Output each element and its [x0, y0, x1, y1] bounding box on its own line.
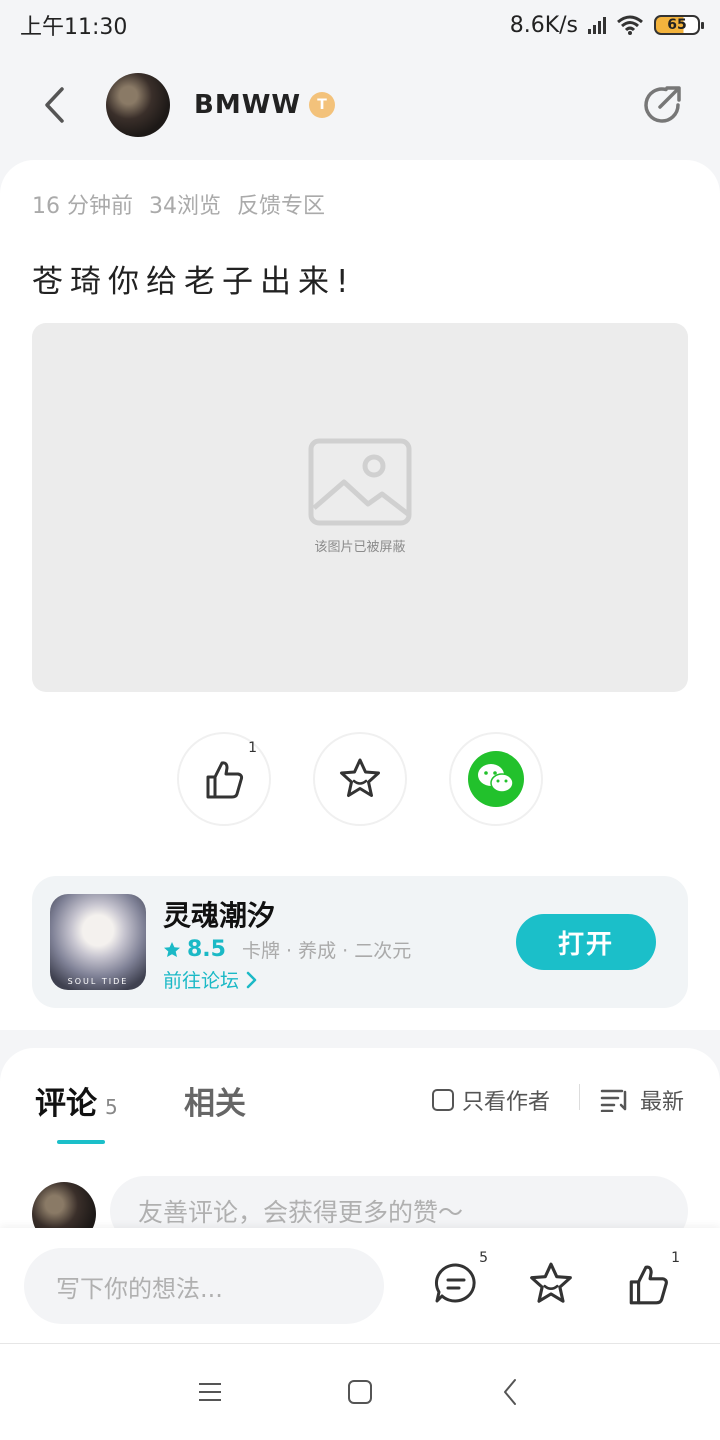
post-header: BMWW T — [0, 60, 720, 150]
post-views: 34浏览 — [149, 194, 221, 219]
star-icon — [340, 758, 380, 797]
tab-comments-label: 评论 — [35, 1086, 97, 1122]
comment-input[interactable]: 写下你的想法... — [24, 1248, 384, 1324]
sort-button[interactable]: 最新 — [600, 1084, 684, 1116]
status-time: 上午11:30 — [20, 15, 128, 40]
nav-back-button[interactable] — [490, 1372, 530, 1412]
comment-count: 5 — [105, 1095, 118, 1119]
like-count: 1 — [248, 740, 257, 756]
bottom-input-bar: 写下你的想法... 5 1 — [0, 1228, 720, 1344]
tab-comments[interactable]: 评论 5 — [35, 1078, 118, 1123]
thumbs-up-icon — [629, 1265, 668, 1305]
post-title: 苍琦你给老子出来! — [32, 264, 356, 300]
network-speed: 8.6K/s — [509, 12, 578, 38]
battery-level: 65 — [667, 17, 687, 33]
share-button[interactable] — [638, 81, 686, 129]
wechat-icon — [468, 751, 524, 807]
like-button[interactable]: 1 — [177, 732, 271, 826]
wifi-icon — [617, 15, 643, 35]
bottom-favorite-button[interactable] — [527, 1260, 575, 1308]
system-nav-bar — [0, 1344, 720, 1440]
bottom-comment-count: 5 — [479, 1250, 488, 1266]
nav-menu-button[interactable] — [190, 1372, 230, 1412]
post-category[interactable]: 反馈专区 — [237, 188, 325, 220]
author-avatar[interactable] — [106, 73, 170, 137]
nav-home-button[interactable] — [340, 1372, 380, 1412]
post-time: 16 分钟前 — [32, 194, 133, 219]
sort-label: 最新 — [640, 1090, 685, 1115]
image-blocked-caption: 该图片已被屏蔽 — [314, 540, 406, 555]
post-card: 16 分钟前 34浏览 反馈专区 苍琦你给老子出来! 该图片已被屏蔽 1 SOU… — [0, 160, 720, 1030]
share-icon — [644, 86, 681, 123]
tab-related[interactable]: 相关 — [184, 1078, 246, 1123]
author-only-label: 只看作者 — [462, 1090, 551, 1115]
badge-text: T — [317, 97, 327, 113]
signal-icon — [588, 16, 606, 34]
game-icon: SOUL TIDE — [50, 894, 146, 990]
forum-link[interactable]: 前往论坛 — [163, 966, 257, 993]
image-placeholder-icon — [308, 438, 412, 526]
author-only-toggle[interactable]: 只看作者 — [432, 1084, 550, 1116]
status-icons: 8.6K/s 65 — [509, 12, 704, 38]
thumbs-up-icon — [206, 761, 244, 799]
star-icon — [530, 1262, 572, 1303]
rating-star-icon — [164, 941, 180, 957]
forum-link-label: 前往论坛 — [163, 970, 240, 992]
author-username[interactable]: BMWW — [194, 90, 301, 120]
game-name: 灵魂潮汐 — [163, 899, 276, 932]
favorite-button[interactable] — [313, 732, 407, 826]
back-triangle-icon — [504, 1379, 516, 1405]
game-tags: 卡牌 · 养成 · 二次元 — [241, 940, 412, 962]
battery-icon: 65 — [654, 15, 704, 35]
back-arrow-icon — [45, 87, 64, 123]
menu-icon — [199, 1383, 221, 1401]
tab-indicator — [57, 1140, 105, 1144]
wechat-share-button[interactable] — [449, 732, 543, 826]
bottom-like-button[interactable]: 1 — [624, 1250, 680, 1308]
back-button[interactable] — [34, 85, 74, 125]
game-rating: 8.5 — [163, 937, 226, 962]
blocked-image[interactable]: 该图片已被屏蔽 — [32, 323, 688, 692]
home-square-icon — [348, 1380, 372, 1404]
comments-button[interactable]: 5 — [432, 1250, 488, 1308]
comments-section: 评论 5 相关 只看作者 最新 友善评论，会获得更多的赞～ — [0, 1048, 720, 1248]
post-meta: 16 分钟前 34浏览 反馈专区 — [32, 188, 325, 220]
user-level-badge: T — [309, 92, 336, 118]
game-icon-text: SOUL TIDE — [67, 977, 129, 986]
game-rating-row: 8.5 卡牌 · 养成 · 二次元 — [163, 936, 411, 963]
post-actions: 1 — [0, 732, 720, 826]
game-card[interactable]: SOUL TIDE 灵魂潮汐 8.5 卡牌 · 养成 · 二次元 前往论坛 打开 — [32, 876, 688, 1008]
comment-bubble-icon — [434, 1263, 476, 1303]
status-bar: 上午11:30 8.6K/s 65 — [0, 0, 720, 50]
filter-divider — [579, 1084, 580, 1110]
bottom-like-count: 1 — [671, 1250, 680, 1266]
rating-value: 8.5 — [187, 937, 226, 962]
chevron-right-icon — [246, 971, 257, 988]
sort-icon — [600, 1089, 627, 1112]
author-only-checkbox[interactable] — [432, 1089, 454, 1111]
open-game-button[interactable]: 打开 — [516, 914, 656, 970]
